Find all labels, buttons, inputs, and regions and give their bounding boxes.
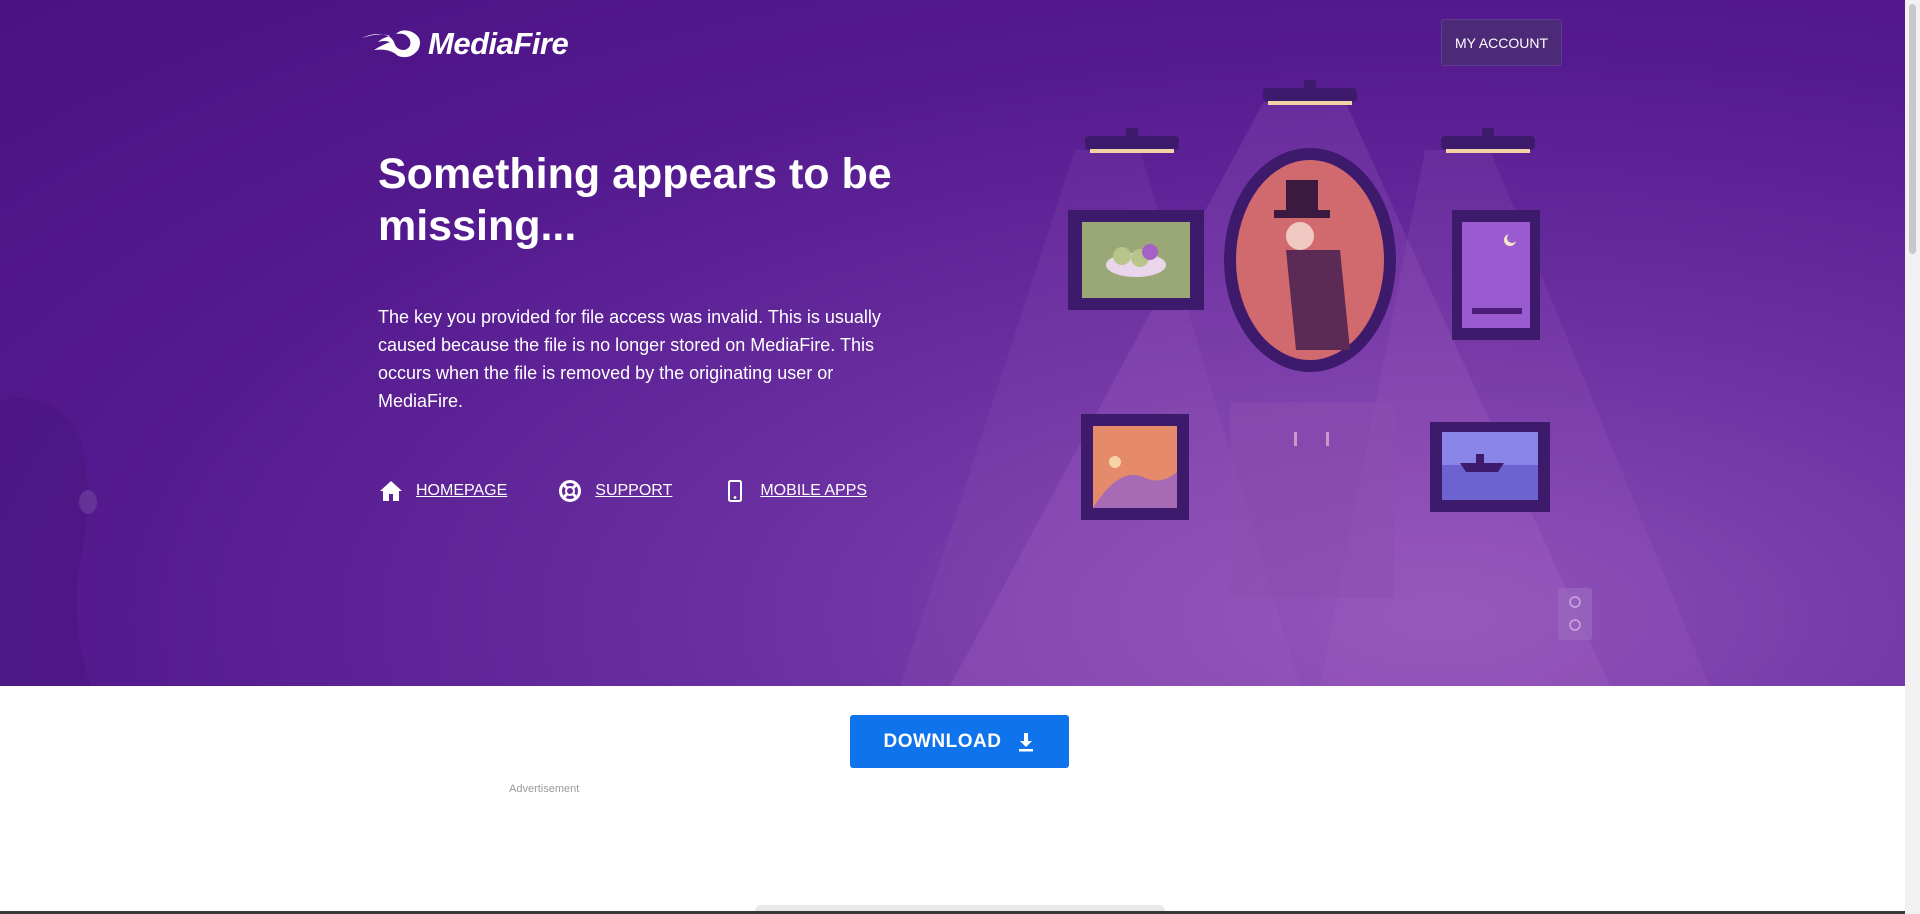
- homepage-link-label: HOMEPAGE: [416, 482, 508, 499]
- page-scrollbar[interactable]: [1905, 0, 1920, 914]
- download-button[interactable]: DOWNLOAD: [850, 715, 1069, 768]
- my-account-button[interactable]: MY ACCOUNT: [1441, 19, 1562, 66]
- gallery-illustration: [900, 80, 1710, 686]
- support-link[interactable]: SUPPORT: [557, 478, 672, 504]
- page-title: Something appears to be missing...: [378, 150, 892, 250]
- help-links: HOMEPAGE SUPPORT MOBILE APPS: [378, 478, 917, 504]
- homepage-link[interactable]: HOMEPAGE: [378, 478, 507, 504]
- mobile-apps-link-label: MOBILE APPS: [760, 482, 868, 499]
- phone-icon: [722, 478, 748, 504]
- advertisement-label: Advertisement: [509, 783, 580, 795]
- download-button-label: DOWNLOAD: [883, 730, 1002, 752]
- home-icon: [378, 478, 404, 504]
- background-silhouette: [0, 398, 97, 686]
- scrollbar-thumb[interactable]: [1909, 4, 1916, 254]
- mediafire-flame-icon: [362, 30, 420, 58]
- hero-section: MediaFire MY ACCOUNT Something appears t…: [0, 0, 1920, 686]
- lifebuoy-icon: [557, 478, 583, 504]
- error-description: The key you provided for file access was…: [378, 307, 881, 411]
- download-icon: [1017, 732, 1035, 752]
- mobile-apps-link[interactable]: MOBILE APPS: [722, 478, 867, 504]
- mediafire-logo[interactable]: MediaFire: [360, 24, 569, 64]
- support-link-label: SUPPORT: [595, 482, 673, 499]
- logo-text: MediaFire: [428, 26, 569, 61]
